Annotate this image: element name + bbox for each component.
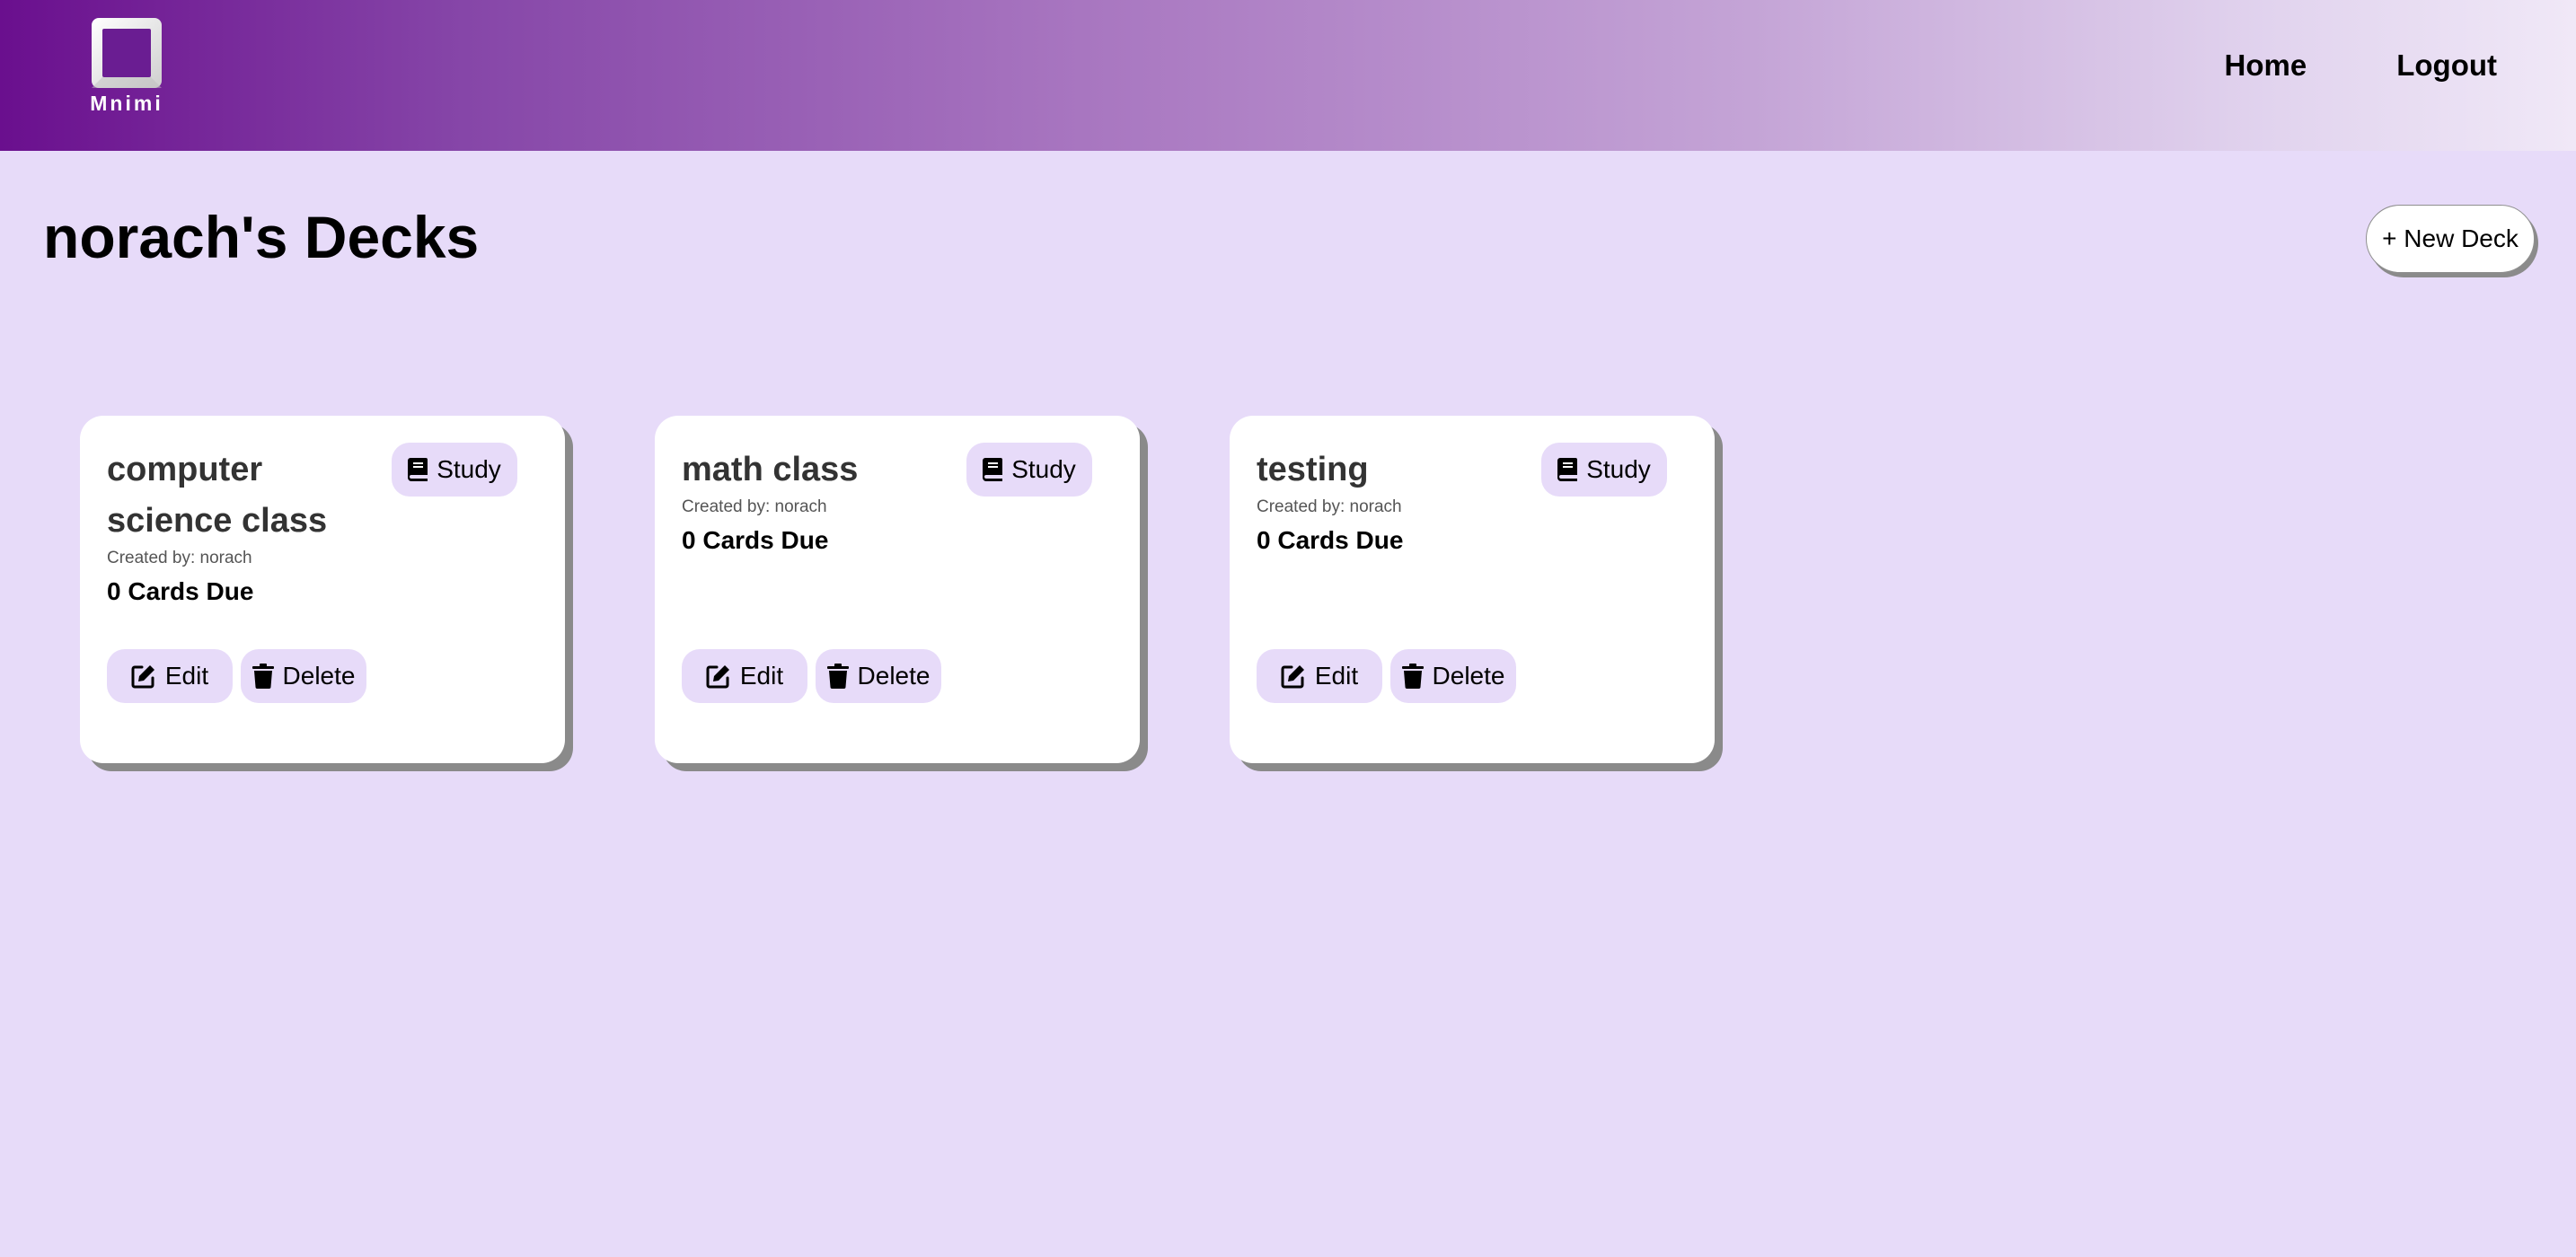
book-icon	[983, 458, 1003, 481]
edit-button[interactable]: Edit	[107, 649, 233, 703]
main-nav: Home Logout	[2225, 48, 2497, 83]
edit-label: Edit	[1314, 662, 1359, 690]
trash-icon	[251, 664, 274, 689]
new-deck-button[interactable]: + New Deck	[2366, 205, 2535, 273]
study-label: Study	[1011, 455, 1076, 483]
edit-button[interactable]: Edit	[1257, 649, 1382, 703]
deck-title: testing	[1257, 451, 1369, 488]
edit-icon	[1281, 665, 1304, 689]
study-label: Study	[437, 455, 501, 483]
deck-card: math class Study Created by: norach 0 Ca…	[655, 416, 1140, 763]
delete-button[interactable]: Delete	[816, 649, 941, 703]
brand-name: Mnimi	[90, 92, 163, 115]
top-nav-bar: Mnimi Home Logout	[0, 0, 2576, 151]
nav-logout-link[interactable]: Logout	[2396, 48, 2497, 83]
nav-home-link[interactable]: Home	[2225, 48, 2307, 83]
delete-label: Delete	[1432, 662, 1505, 690]
edit-label: Edit	[739, 662, 784, 690]
study-button[interactable]: Study	[1541, 443, 1667, 497]
delete-button[interactable]: Delete	[1390, 649, 1516, 703]
deck-meta: Created by: norach 0 Cards Due	[1257, 497, 1403, 555]
delete-button[interactable]: Delete	[241, 649, 366, 703]
cards-due-text: 0 Cards Due	[682, 526, 829, 554]
cards-due-text: 0 Cards Due	[107, 577, 254, 605]
delete-label: Delete	[857, 662, 931, 690]
trash-icon	[826, 664, 849, 689]
deck-title: math class	[682, 451, 859, 488]
created-by-text: Created by: norach	[1257, 497, 1402, 516]
delete-label: Delete	[282, 662, 356, 690]
deck-card: computer science class Study Created by:…	[80, 416, 565, 763]
brand[interactable]: Mnimi	[86, 16, 167, 116]
book-icon	[408, 458, 428, 481]
book-icon	[1557, 458, 1578, 481]
deck-meta: Created by: norach 0 Cards Due	[107, 549, 253, 606]
edit-label: Edit	[164, 662, 209, 690]
deck-card: testing Study Created by: norach 0 Cards…	[1230, 416, 1715, 763]
created-by-text: Created by: norach	[682, 497, 827, 516]
square-logo-icon	[92, 18, 162, 88]
created-by-text: Created by: norach	[107, 549, 252, 567]
trash-icon	[1401, 664, 1424, 689]
deck-title: computer science class	[107, 451, 328, 540]
edit-icon	[131, 665, 154, 689]
edit-icon	[706, 665, 729, 689]
page-title: norach's Decks	[43, 204, 480, 270]
study-button[interactable]: Study	[966, 443, 1092, 497]
study-button[interactable]: Study	[392, 443, 517, 497]
cards-due-text: 0 Cards Due	[1257, 526, 1404, 554]
edit-button[interactable]: Edit	[682, 649, 807, 703]
deck-meta: Created by: norach 0 Cards Due	[682, 497, 828, 555]
study-label: Study	[1586, 455, 1651, 483]
